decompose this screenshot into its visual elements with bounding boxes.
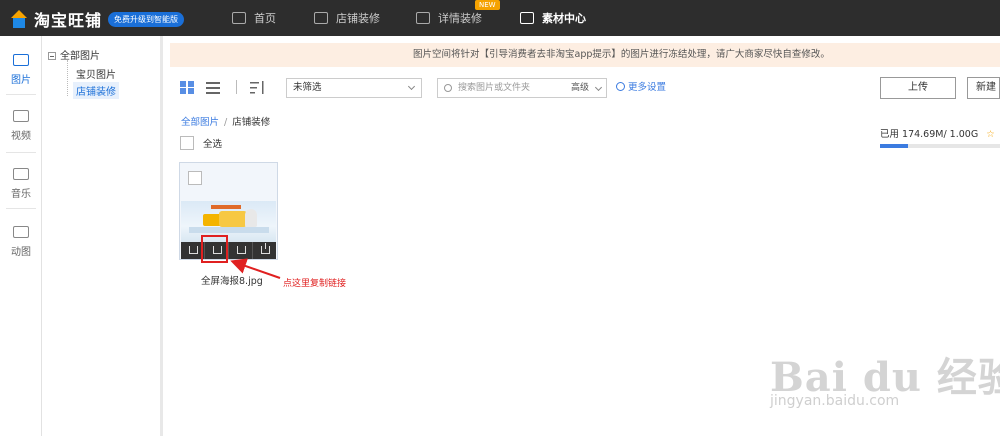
nav-detail[interactable]: 详情装修 [416,0,482,36]
freeze-notice: 图片空间将针对【引导消费者去非淘宝app提示】的图片进行冻结处理，请广大商家尽快… [170,43,1000,67]
advanced-search-toggle[interactable]: 高级 [571,79,589,97]
more-settings-label: 更多设置 [628,82,667,93]
rail-item-images[interactable]: 图片 [0,54,42,86]
search-icon [444,84,452,92]
music-note-icon [13,168,29,180]
tree-item-store-decor[interactable]: 店铺装修 [73,82,119,99]
chevron-down-icon [594,83,603,92]
select-all-label: 全选 [203,139,223,150]
filter-select[interactable]: 未筛选 [286,78,422,98]
nav-decor-label: 店铺装修 [336,12,380,25]
tree-root-label: 全部图片 [60,51,100,62]
star-icon[interactable]: ☆ [986,129,995,140]
shop-logo-icon [10,10,28,28]
collapse-toggle-icon[interactable] [48,52,56,60]
nav-decor[interactable]: 店铺装修 [314,0,380,36]
storage-usage-text: 已用 174.69M/ 1.00G [880,129,979,140]
breadcrumb-current: 店铺装修 [232,117,271,128]
nav-material-label: 素材中心 [542,12,586,25]
copy-code-icon[interactable] [229,242,253,259]
breadcrumb-separator: / [224,117,228,128]
watermark-url: jingyan.baidu.com [770,393,900,409]
upload-button[interactable]: 上传 [880,77,956,99]
image-action-bar [181,242,276,259]
copy-link-highlight-box [201,235,228,263]
rail-item-animated[interactable]: 动图 [0,226,42,258]
advanced-label: 高级 [571,83,590,93]
rail-music-label: 音乐 [11,189,31,200]
nav-home-label: 首页 [254,12,276,25]
breadcrumb-root-link[interactable]: 全部图片 [181,117,219,128]
gear-icon [616,82,625,91]
rail-item-video[interactable]: 视频 [0,110,42,142]
animated-image-icon [13,226,29,238]
breadcrumb: 全部图片 / 店铺装修 [181,114,270,128]
new-folder-button[interactable]: 新建 [967,77,1000,99]
move-up-icon[interactable] [253,242,276,259]
more-settings-link[interactable]: 更多设置 [616,79,666,97]
rail-divider [6,152,36,153]
nav-material[interactable]: 素材中心 [520,0,586,36]
upgrade-badge[interactable]: 免费升级到智能版 [108,11,185,27]
media-type-rail: 图片 视频 音乐 动图 [0,36,42,436]
toolbar-divider [236,80,237,94]
rail-animated-label: 动图 [11,247,31,258]
image-icon [13,54,29,66]
filter-value: 未筛选 [293,82,322,93]
folder-tree: 全部图片 宝贝图片 店铺装修 [43,36,163,436]
tree-item-product-images[interactable]: 宝贝图片 [73,65,119,82]
select-all[interactable]: 全选 [180,136,222,150]
tree-root[interactable]: 全部图片 [48,47,100,62]
store-icon [314,12,328,24]
nav-detail-label: 详情装修 [438,12,482,25]
image-filename[interactable]: 全屏海报8.jpg [201,273,263,287]
storage-usage-bar [880,144,1000,148]
brand-logo[interactable]: 淘宝旺铺 免费升级到智能版 [10,7,185,31]
detail-icon [416,12,430,24]
annotation-text: 点这里复制链接 [283,279,347,289]
grid-view-icon[interactable] [180,81,194,94]
rail-images-label: 图片 [11,75,31,86]
search-input[interactable] [458,81,563,95]
image-card[interactable] [179,162,278,260]
home-icon [232,12,246,24]
video-icon [13,110,29,122]
tree-connector [67,60,68,96]
rail-divider [6,94,36,95]
baidu-jingyan-watermark: Bai du 经验 jingyan.baidu.com [770,345,1000,409]
new-badge: NEW [475,0,500,10]
select-all-checkbox[interactable] [180,136,194,150]
folder-icon [520,12,534,24]
rail-item-music[interactable]: 音乐 [0,168,42,200]
brand-name: 淘宝旺铺 [34,11,103,30]
image-select-checkbox[interactable] [188,171,202,185]
sort-icon[interactable] [250,81,264,94]
top-bar: 淘宝旺铺 免费升级到智能版 首页 店铺装修 详情装修 NEW 素材中心 [0,0,1000,36]
chevron-down-icon [407,82,416,91]
storage-usage-fill [880,144,908,148]
image-thumbnail[interactable] [181,201,276,243]
rail-video-label: 视频 [11,131,31,142]
search-box: 高级 [437,78,607,98]
rail-divider [6,208,36,209]
nav-home[interactable]: 首页 [232,0,276,36]
storage-usage: 已用 174.69M/ 1.00G ☆ [880,126,995,140]
list-view-icon[interactable] [206,81,220,94]
